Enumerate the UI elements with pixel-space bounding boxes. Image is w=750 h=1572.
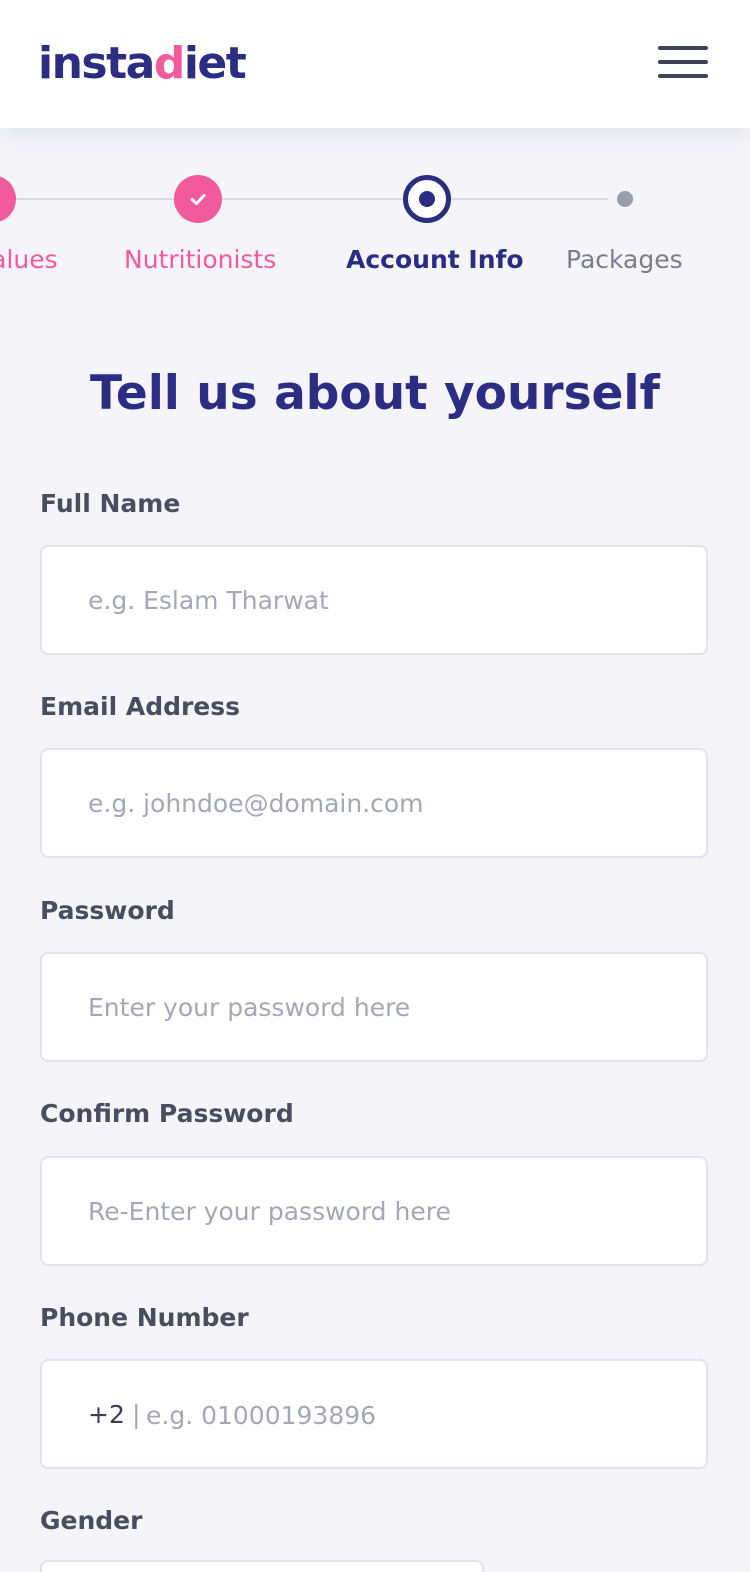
email-input[interactable] [40, 748, 708, 858]
step-label-nutritionists[interactable]: Nutritionists [124, 244, 276, 276]
phone-input[interactable] [146, 1389, 686, 1441]
logo-text-suffix: iet [183, 38, 247, 89]
full-name-label: Full Name [40, 489, 181, 518]
phone-field[interactable]: +2 | [40, 1359, 708, 1469]
stepper-connector [0, 198, 176, 200]
password-label: Password [40, 896, 175, 925]
stepper-connector [220, 198, 406, 200]
country-code[interactable]: +2 [88, 1399, 125, 1431]
menu-bar [658, 46, 708, 50]
confirm-password-input[interactable] [40, 1156, 708, 1266]
page-title: Tell us about yourself [90, 366, 660, 421]
confirm-password-label: Confirm Password [40, 1099, 294, 1128]
step-dot-packages [617, 191, 633, 207]
app-header: instadiet [0, 0, 750, 128]
step-label-packages: Packages [566, 245, 683, 274]
menu-bar [658, 74, 708, 78]
step-dot-nutritionists[interactable] [174, 175, 222, 223]
password-input[interactable] [40, 952, 708, 1062]
step-dot-account-info [403, 175, 451, 223]
full-name-input[interactable] [40, 545, 708, 655]
instadiet-logo[interactable]: instadiet [38, 34, 247, 94]
email-label: Email Address [40, 692, 241, 721]
gender-option[interactable] [40, 1560, 484, 1572]
phone-label: Phone Number [40, 1303, 249, 1332]
step-dot-values[interactable] [0, 175, 16, 223]
logo-text-accent: d [153, 38, 186, 89]
menu-bar [658, 60, 708, 64]
step-label-values[interactable]: Values [0, 244, 58, 276]
checkmark-icon [190, 194, 206, 205]
step-label-account-info: Account Info [346, 245, 524, 274]
phone-separator: | [132, 1400, 141, 1429]
hamburger-menu-icon[interactable] [658, 46, 710, 82]
progress-stepper: Values Nutritionists Account Info Packag… [0, 160, 750, 290]
logo-text-prefix: insta [38, 38, 155, 89]
stepper-connector [450, 198, 608, 200]
gender-label: Gender [40, 1506, 143, 1535]
